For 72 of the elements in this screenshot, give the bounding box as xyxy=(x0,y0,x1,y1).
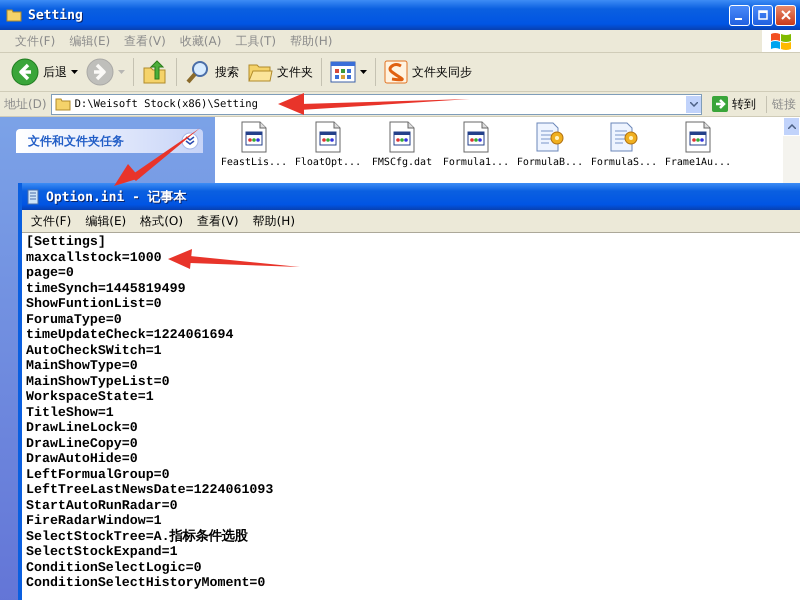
scroll-up-button[interactable] xyxy=(783,117,800,136)
file-item[interactable]: FormulaB... xyxy=(513,121,587,168)
text-line: DrawLineCopy=0 xyxy=(26,436,138,451)
file-icon xyxy=(240,121,268,153)
menu-item[interactable]: 格式(O) xyxy=(133,212,190,230)
folder-icon xyxy=(6,8,22,22)
text-line: timeSynch=1445819499 xyxy=(26,280,186,296)
maximize-icon xyxy=(758,10,768,20)
file-icon xyxy=(462,121,490,153)
file-icon xyxy=(388,121,416,153)
folders-button[interactable]: 文件夹 xyxy=(244,58,316,86)
text-line: SelectStockExpand=1 xyxy=(26,544,178,560)
dropdown-button[interactable] xyxy=(686,96,701,112)
text-line: [Settings] xyxy=(26,234,106,250)
maximize-button[interactable] xyxy=(752,4,773,26)
notepad-icon xyxy=(26,188,40,204)
text-line: ConditionSelectHistoryMoment=0 xyxy=(26,575,266,590)
config-file-icon xyxy=(534,121,566,153)
chevron-down-icon xyxy=(690,102,698,106)
text-line: ForumaType=0 xyxy=(26,312,122,327)
text-line: FireRadarWindow=1 xyxy=(26,513,162,528)
text-line: StartAutoRunRadar=0 xyxy=(26,498,178,513)
file-item[interactable]: Frame1Au... xyxy=(661,121,735,168)
file-icon xyxy=(684,121,712,153)
text-line: maxcallstock=1000 xyxy=(26,250,162,265)
text-line: ShowFuntionList=0 xyxy=(26,296,162,312)
close-icon xyxy=(780,10,790,20)
close-button[interactable] xyxy=(775,4,796,26)
text-line: LeftFormualGroup=0 xyxy=(26,466,170,482)
file-item[interactable]: FloatOpt... xyxy=(291,121,365,168)
text-line: AutoCheckSWitch=1 xyxy=(26,342,162,358)
address-field[interactable]: D:\Weisoft Stock(x86)\Setting xyxy=(50,94,702,114)
text-line: DrawLineLock=0 xyxy=(26,420,138,436)
text-line: ConditionSelectLogic=0 xyxy=(26,560,202,575)
file-item[interactable]: FormulaS... xyxy=(587,121,661,168)
config-file-icon xyxy=(608,121,640,153)
folder-icon xyxy=(54,97,71,111)
file-icon xyxy=(314,121,342,153)
folder-up-icon xyxy=(142,59,168,85)
minimize-button[interactable] xyxy=(729,4,750,26)
windows-logo-icon xyxy=(762,30,800,52)
text-line: MainShowType=0 xyxy=(26,358,138,374)
chevron-up-icon xyxy=(788,124,796,129)
text-line: TitleShow=1 xyxy=(26,404,114,420)
scrollbar[interactable] xyxy=(783,117,800,183)
text-line: WorkspaceState=1 xyxy=(26,389,154,404)
window-title: Setting xyxy=(28,8,83,22)
text-line: timeUpdateCheck=1224061694 xyxy=(26,327,234,342)
file-item[interactable]: FMSCfg.dat xyxy=(365,121,439,168)
views-icon xyxy=(330,61,356,83)
back-button[interactable]: 后退 xyxy=(8,56,81,88)
sync-button[interactable]: 文件夹同步 xyxy=(381,58,475,86)
task-panel-header[interactable]: 文件和文件夹任务 xyxy=(16,129,203,153)
text-line: DrawAutoHide=0 xyxy=(26,451,138,466)
menu-item[interactable]: 编辑(E) xyxy=(78,212,134,230)
search-icon xyxy=(185,59,211,85)
address-label: 地址(D) xyxy=(4,96,47,112)
menu-item[interactable]: 帮助(H) xyxy=(246,212,302,230)
sync-icon xyxy=(384,60,408,84)
window-title: Option.ini - 记事本 xyxy=(46,188,187,206)
menu-item[interactable]: 查看(V) xyxy=(190,212,246,230)
text-line: page=0 xyxy=(26,265,74,280)
search-button[interactable]: 搜索 xyxy=(182,57,242,87)
file-item[interactable]: Formula1... xyxy=(439,121,513,168)
menu-item[interactable]: 文件(F) xyxy=(24,212,78,230)
text-line: MainShowTypeList=0 xyxy=(26,374,170,389)
right-arrow-icon xyxy=(712,96,728,112)
minimize-icon xyxy=(734,18,742,20)
go-button[interactable]: 转到 xyxy=(706,96,762,112)
text-line: LeftTreeLastNewsDate=1224061093 xyxy=(26,482,274,498)
file-item[interactable]: FeastLis... xyxy=(217,121,291,168)
text-line: SelectStockTree=A.指标条件选股 xyxy=(26,528,248,544)
